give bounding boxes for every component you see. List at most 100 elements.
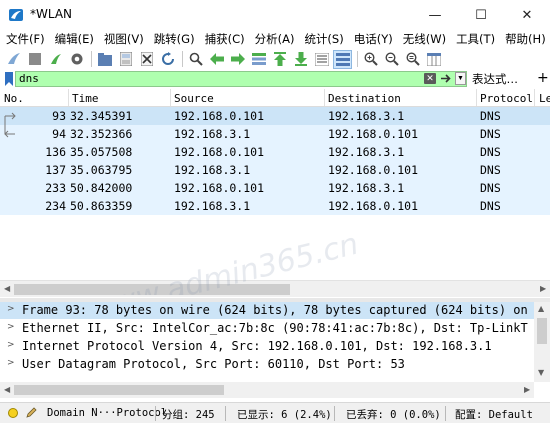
zoom-out-icon bbox=[384, 52, 399, 66]
status-separator bbox=[445, 406, 446, 421]
column-divider[interactable] bbox=[476, 89, 477, 106]
menu-wireless[interactable]: 无线(W) bbox=[397, 30, 450, 48]
start-capture-button[interactable] bbox=[4, 50, 23, 69]
apply-filter-arrow-icon[interactable] bbox=[440, 73, 452, 84]
resize-columns-button[interactable] bbox=[424, 50, 443, 69]
scroll-right-arrow-icon[interactable]: ▶ bbox=[540, 284, 546, 293]
save-file-button[interactable] bbox=[116, 50, 135, 69]
column-header-source[interactable]: Source bbox=[174, 92, 214, 105]
detail-row-ethernet[interactable]: > Ethernet II, Src: IntelCor_ac:7b:8c (9… bbox=[0, 320, 534, 337]
zoom-out-button[interactable] bbox=[382, 50, 401, 69]
zoom-in-button[interactable] bbox=[361, 50, 380, 69]
menu-help[interactable]: 帮助(H) bbox=[499, 30, 550, 48]
detail-text: Internet Protocol Version 4, Src: 192.16… bbox=[22, 339, 492, 353]
menu-edit[interactable]: 编辑(E) bbox=[49, 30, 98, 48]
filter-bookmark-icon[interactable] bbox=[3, 72, 15, 86]
detail-row-frame[interactable]: > Frame 93: 78 bytes on wire (624 bits),… bbox=[0, 302, 534, 319]
packet-row[interactable]: 136 35.057508 192.168.0.101 192.168.3.1 … bbox=[0, 143, 550, 161]
stop-capture-button[interactable] bbox=[25, 50, 44, 69]
find-packet-button[interactable] bbox=[186, 50, 205, 69]
go-back-button[interactable] bbox=[207, 50, 226, 69]
column-header-destination[interactable]: Destination bbox=[328, 92, 401, 105]
column-divider[interactable] bbox=[324, 89, 325, 106]
expand-arrow-icon[interactable]: > bbox=[7, 304, 15, 314]
scroll-left-arrow-icon[interactable]: ◀ bbox=[4, 284, 10, 293]
zoom-normal-icon bbox=[405, 52, 420, 66]
scroll-thumb[interactable] bbox=[14, 385, 224, 395]
scroll-down-arrow-icon[interactable]: ▼ bbox=[538, 368, 544, 377]
capture-options-button[interactable] bbox=[67, 50, 86, 69]
expression-button[interactable]: 表达式… bbox=[472, 71, 518, 87]
toolbar-separator bbox=[91, 51, 92, 67]
menu-bar: 文件(F) 编辑(E) 视图(V) 跳转(G) 捕获(C) 分析(A) 统计(S… bbox=[0, 30, 550, 48]
menu-capture[interactable]: 捕获(C) bbox=[199, 30, 249, 48]
packet-destination: 192.168.0.101 bbox=[328, 199, 419, 213]
expert-info-indicator-icon[interactable] bbox=[8, 408, 18, 418]
menu-analyze[interactable]: 分析(A) bbox=[249, 30, 299, 48]
column-header-protocol[interactable]: Protocol bbox=[480, 92, 533, 105]
expand-arrow-icon[interactable]: > bbox=[7, 340, 15, 350]
scroll-right-arrow-icon[interactable]: ▶ bbox=[524, 385, 530, 394]
menu-tools[interactable]: 工具(T) bbox=[450, 30, 499, 48]
detail-row-udp[interactable]: > User Datagram Protocol, Src Port: 6011… bbox=[0, 356, 534, 373]
packet-row[interactable]: 234 50.863359 192.168.3.1 192.168.0.101 … bbox=[0, 197, 550, 215]
auto-scroll-button[interactable] bbox=[312, 50, 331, 69]
column-header-no[interactable]: No. bbox=[4, 92, 24, 105]
add-filter-button[interactable]: + bbox=[537, 70, 549, 86]
packet-protocol: DNS bbox=[480, 199, 501, 213]
menu-telephony[interactable]: 电话(Y) bbox=[348, 30, 397, 48]
column-divider[interactable] bbox=[170, 89, 171, 106]
open-file-button[interactable] bbox=[95, 50, 114, 69]
last-packet-button[interactable] bbox=[291, 50, 310, 69]
packet-row[interactable]: 137 35.063795 192.168.3.1 192.168.0.101 … bbox=[0, 161, 550, 179]
packet-row[interactable]: 233 50.842000 192.168.0.101 192.168.3.1 … bbox=[0, 179, 550, 197]
minimize-button[interactable]: — bbox=[412, 0, 458, 30]
packet-list-hscrollbar[interactable]: ◀ ▶ bbox=[0, 280, 550, 297]
reload-file-button[interactable] bbox=[158, 50, 177, 69]
column-header-length[interactable]: Le bbox=[539, 92, 550, 105]
detail-text: User Datagram Protocol, Src Port: 60110,… bbox=[22, 357, 405, 371]
menu-go[interactable]: 跳转(G) bbox=[148, 30, 199, 48]
status-config-profile[interactable]: 配置: Default bbox=[455, 407, 533, 422]
column-divider[interactable] bbox=[534, 89, 535, 106]
main-toolbar bbox=[0, 48, 550, 70]
details-hscrollbar[interactable]: ◀ ▶ bbox=[0, 382, 534, 398]
scroll-up-arrow-icon[interactable]: ▲ bbox=[538, 304, 544, 313]
menu-file[interactable]: 文件(F) bbox=[0, 30, 49, 48]
window-title: *WLAN bbox=[30, 7, 73, 21]
packet-no: 136 bbox=[45, 145, 66, 159]
packet-source: 192.168.0.101 bbox=[174, 145, 265, 159]
clear-filter-button[interactable]: ✕ bbox=[424, 73, 436, 84]
column-header-time[interactable]: Time bbox=[72, 92, 99, 105]
scroll-thumb[interactable] bbox=[537, 318, 547, 344]
zoom-reset-button[interactable] bbox=[403, 50, 422, 69]
go-to-packet-button[interactable] bbox=[249, 50, 268, 69]
scroll-left-arrow-icon[interactable]: ◀ bbox=[4, 385, 10, 394]
packet-row[interactable]: 94 32.352366 192.168.3.1 192.168.0.101 D… bbox=[0, 125, 550, 143]
menu-view[interactable]: 视图(V) bbox=[98, 30, 148, 48]
display-filter-input[interactable]: dns bbox=[15, 71, 467, 87]
detail-text: Ethernet II, Src: IntelCor_ac:7b:8c (90:… bbox=[22, 321, 528, 335]
first-packet-button[interactable] bbox=[270, 50, 289, 69]
restart-capture-button[interactable] bbox=[46, 50, 65, 69]
menu-statistics[interactable]: 统计(S) bbox=[298, 30, 347, 48]
expand-arrow-icon[interactable]: > bbox=[7, 322, 15, 332]
packet-row[interactable]: 93 32.345391 192.168.0.101 192.168.3.1 D… bbox=[0, 107, 550, 125]
scroll-thumb[interactable] bbox=[14, 284, 290, 295]
restart-icon bbox=[50, 54, 61, 64]
column-divider[interactable] bbox=[68, 89, 69, 106]
close-button[interactable]: ✕ bbox=[504, 0, 550, 30]
go-forward-button[interactable] bbox=[228, 50, 247, 69]
display-filter-bar: dns ✕ ▼ 表达式… + bbox=[0, 70, 550, 88]
colorize-button[interactable] bbox=[333, 49, 352, 69]
details-vscrollbar[interactable]: ▲ ▼ bbox=[534, 302, 550, 382]
maximize-button[interactable]: ☐ bbox=[458, 0, 504, 30]
packet-protocol: DNS bbox=[480, 145, 501, 159]
detail-row-ip[interactable]: > Internet Protocol Version 4, Src: 192.… bbox=[0, 338, 534, 355]
capture-comment-pencil-icon[interactable] bbox=[26, 406, 38, 418]
close-file-button[interactable] bbox=[137, 50, 156, 69]
packet-source: 192.168.3.1 bbox=[174, 163, 251, 177]
recent-filters-dropdown[interactable]: ▼ bbox=[455, 72, 466, 85]
folder-icon bbox=[97, 52, 112, 66]
expand-arrow-icon[interactable]: > bbox=[7, 358, 15, 368]
